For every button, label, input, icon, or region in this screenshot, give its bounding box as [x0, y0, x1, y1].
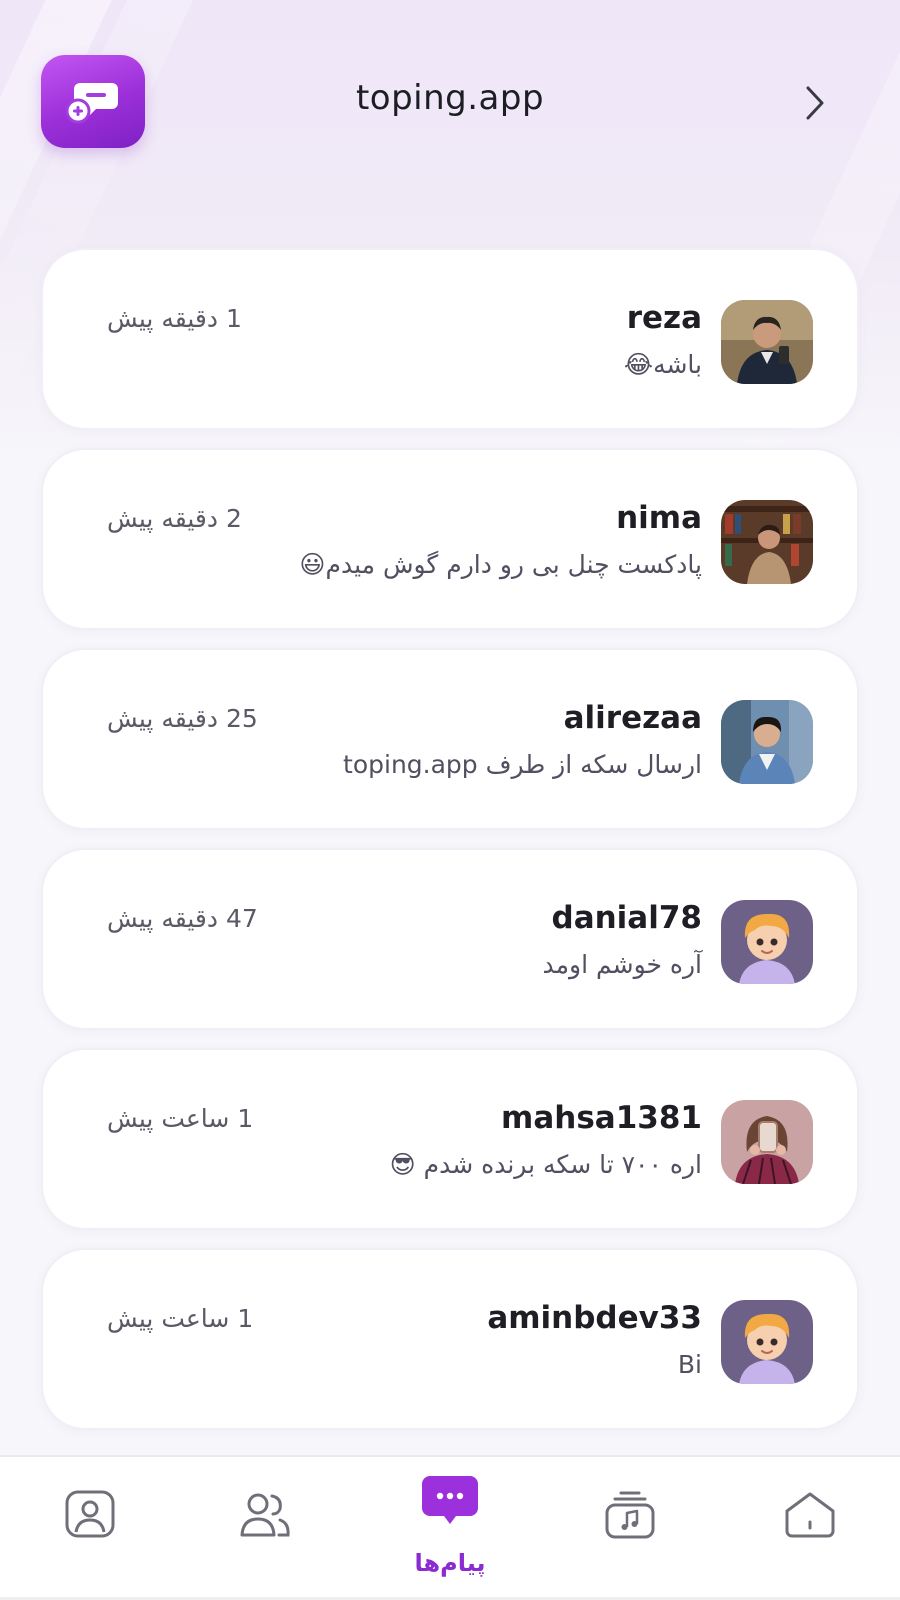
chat-username: alirezaa — [563, 700, 702, 736]
top-bar: toping.app — [0, 0, 900, 200]
new-message-icon — [66, 82, 118, 123]
chat-timestamp: 1 دقیقه پیش — [107, 304, 242, 333]
chat-item-reza[interactable]: reza باشه😂 1 دقیقه پیش — [41, 248, 859, 430]
chevron-right-icon[interactable] — [800, 84, 830, 122]
avatar — [721, 1300, 813, 1384]
chat-username: mahsa1381 — [501, 1100, 702, 1136]
nav-music[interactable] — [595, 1479, 665, 1549]
avatar — [721, 700, 813, 784]
bottom-nav: پیام‌ها — [0, 1455, 900, 1600]
chat-username: aminbdev33 — [487, 1300, 702, 1336]
chat-item-aminbdev33[interactable]: aminbdev33 Bi 1 ساعت پیش — [41, 1248, 859, 1430]
home-icon — [785, 1492, 835, 1538]
friends-icon — [240, 1493, 290, 1537]
nav-messages[interactable] — [415, 1467, 485, 1537]
chat-timestamp: 25 دقیقه پیش — [107, 704, 258, 733]
chat-username: reza — [626, 300, 702, 336]
nav-profile[interactable] — [55, 1479, 125, 1549]
nav-friends[interactable] — [230, 1479, 300, 1549]
chat-timestamp: 47 دقیقه پیش — [107, 904, 258, 933]
chat-item-alirezaa[interactable]: alirezaa ارسال سکه از طرف toping.app 25 … — [41, 648, 859, 830]
page-title: toping.app — [355, 78, 545, 118]
messages-icon — [422, 1476, 478, 1524]
chat-last-message: پادکست چنل بی رو دارم گوش میدم😃 — [299, 550, 702, 579]
avatar — [721, 500, 813, 584]
chat-item-mahsa1381[interactable]: mahsa1381 اره ۷۰۰ تا سکه برنده شدم 😎 1 س… — [41, 1048, 859, 1230]
new-chat-button[interactable] — [41, 55, 145, 148]
chat-item-danial78[interactable]: danial78 آره خوشم اومد 47 دقیقه پیش — [41, 848, 859, 1030]
chat-last-message: ارسال سکه از طرف toping.app — [343, 750, 702, 779]
chat-item-nima[interactable]: nima پادکست چنل بی رو دارم گوش میدم😃 2 د… — [41, 448, 859, 630]
avatar — [721, 1100, 813, 1184]
nav-home[interactable] — [775, 1479, 845, 1549]
profile-icon — [65, 1490, 115, 1538]
avatar — [721, 900, 813, 984]
music-icon — [605, 1491, 655, 1539]
chat-last-message: اره ۷۰۰ تا سکه برنده شدم 😎 — [389, 1150, 702, 1179]
chat-last-message: آره خوشم اومد — [542, 950, 703, 979]
avatar — [721, 300, 813, 384]
chat-timestamp: 1 ساعت پیش — [107, 1104, 254, 1133]
chat-last-message: باشه😂 — [623, 350, 702, 379]
chat-last-message: Bi — [677, 1350, 702, 1379]
chat-timestamp: 2 دقیقه پیش — [107, 504, 242, 533]
nav-messages-label: پیام‌ها — [414, 1549, 486, 1577]
chat-timestamp: 1 ساعت پیش — [107, 1304, 254, 1333]
chat-username: nima — [616, 500, 702, 536]
chat-username: danial78 — [551, 900, 703, 936]
